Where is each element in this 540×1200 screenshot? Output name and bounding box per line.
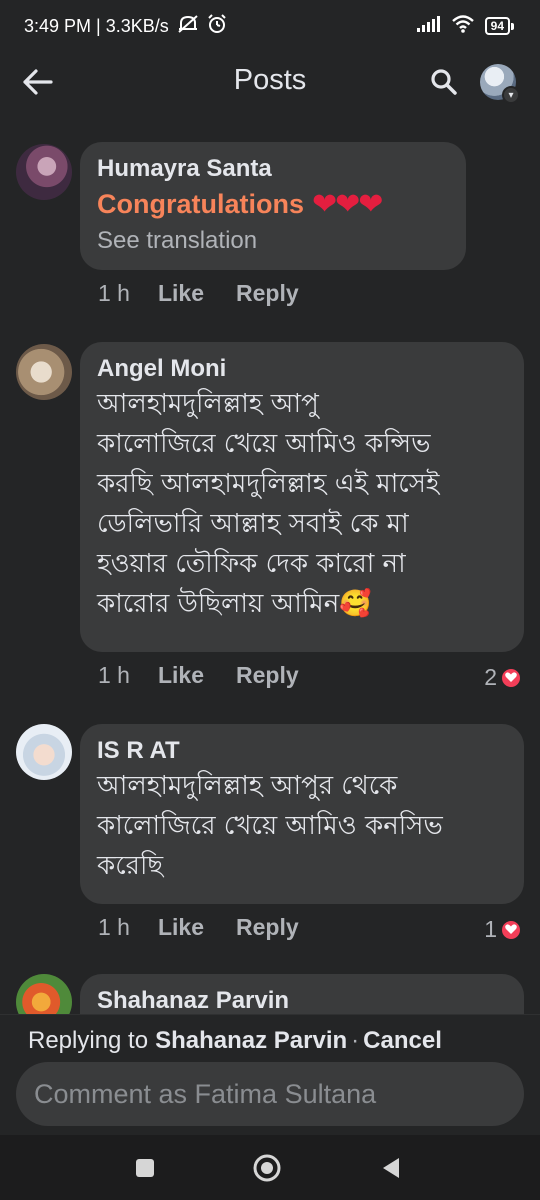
battery-level: 94 [484,17,510,35]
comment-author[interactable]: Humayra Santa [97,154,450,184]
arrow-left-icon [23,69,53,95]
cancel-reply-button[interactable]: Cancel [363,1027,442,1055]
comment-bubble[interactable]: Humayra Santa Congratulations ❤❤❤ See tr… [80,142,466,270]
replying-to-bar: Replying to Shahanaz Parvin · Cancel [0,1014,540,1066]
square-icon [136,1159,154,1177]
heart-reaction-icon [500,666,522,689]
status-time-speed: 3:49 PM | 3.3KB/s [24,15,169,36]
avatar[interactable] [16,144,72,200]
status-left: 3:49 PM | 3.3KB/s [24,13,227,39]
app-header: Posts ▾ [0,52,540,112]
comment-text-line: করেছি [97,851,164,881]
profile-avatar-button[interactable]: ▾ [480,64,520,104]
reply-button[interactable]: Reply [236,914,299,941]
comment-time: 1 h [98,280,130,306]
comment-bubble[interactable]: Shahanaz Parvin [80,974,524,1014]
signal-icon [416,15,441,37]
wifi-icon [451,14,475,38]
comment-text-line: হওয়ার তৌফিক দেক কারো না [97,549,406,579]
comment-text-line: কারোর উছিলায় আমিন🥰 [97,589,372,619]
reaction-count: 1 [484,916,497,942]
comment-text: Congratulations [97,189,304,219]
replying-to-name: Shahanaz Parvin [155,1026,348,1054]
recent-apps-button[interactable] [130,1153,160,1183]
search-icon [431,69,457,95]
like-button[interactable]: Like [158,914,204,941]
comment-author[interactable]: Angel Moni [97,354,508,384]
like-button[interactable]: Like [158,662,204,689]
comment-text-line: কালোজিরে খেয়ে আমিও কনসিভ [97,811,443,841]
avatar[interactable] [16,344,72,400]
system-nav-bar [0,1135,540,1200]
reaction-summary[interactable]: 1 [484,916,522,943]
comment-actions: 1 h Like Reply [98,914,331,941]
comment-text-line: আলহামদুলিল্লাহ আপুর থেকে [97,771,398,801]
comment-input[interactable] [34,1078,506,1110]
comment-bubble[interactable]: Angel Moni আলহামদুলিল্লাহ আপু কালোজিরে খ… [80,342,524,652]
avatar[interactable] [16,724,72,780]
reply-button[interactable]: Reply [236,280,299,307]
comment-author[interactable]: IS R AT [97,736,508,766]
heart-emoji: ❤❤❤ [312,187,383,221]
avatar[interactable] [16,974,72,1014]
search-button[interactable] [424,62,464,102]
home-button[interactable] [252,1153,282,1183]
circle-icon [253,1154,281,1182]
status-bar: 3:49 PM | 3.3KB/s 94 [0,0,540,52]
reaction-count: 2 [484,664,497,690]
comment-text-line: কালোজিরে খেয়ে আমিও কন্সিভ [97,429,431,459]
comment-bubble[interactable]: IS R AT আলহামদুলিল্লাহ আপুর থেকে কালোজির… [80,724,524,904]
comment-composer [16,1062,524,1126]
status-right: 94 [416,14,514,38]
comment-actions: 1 h Like Reply [98,662,331,689]
separator-dot: · [351,1026,360,1054]
replying-prefix: Replying to [28,1026,149,1054]
comment-time: 1 h [98,914,130,940]
alarm-icon [207,13,227,39]
heart-reaction-icon [500,918,522,941]
like-button[interactable]: Like [158,280,204,307]
comment-text-line: করছি আলহামদুলিল্লাহ এই মাসেই [97,469,440,499]
battery-icon: 94 [484,17,514,35]
triangle-back-icon [383,1158,399,1178]
comment-author[interactable]: Shahanaz Parvin [97,986,508,1014]
see-translation-link[interactable]: See translation [97,224,450,258]
reply-button[interactable]: Reply [236,662,299,689]
chevron-down-icon: ▾ [502,86,520,104]
comment-actions: 1 h Like Reply [98,280,331,307]
comment-text-line: ডেলিভারি আল্লাহ সবাই কে মা [97,509,409,539]
comments-feed[interactable]: Humayra Santa Congratulations ❤❤❤ See tr… [0,112,540,1014]
reaction-summary[interactable]: 2 [484,664,522,691]
comment-text-line: আলহামদুলিল্লাহ আপু [97,389,319,419]
back-nav-button[interactable] [376,1153,406,1183]
mute-icon [177,14,199,39]
back-button[interactable] [18,62,58,102]
comment-time: 1 h [98,662,130,688]
